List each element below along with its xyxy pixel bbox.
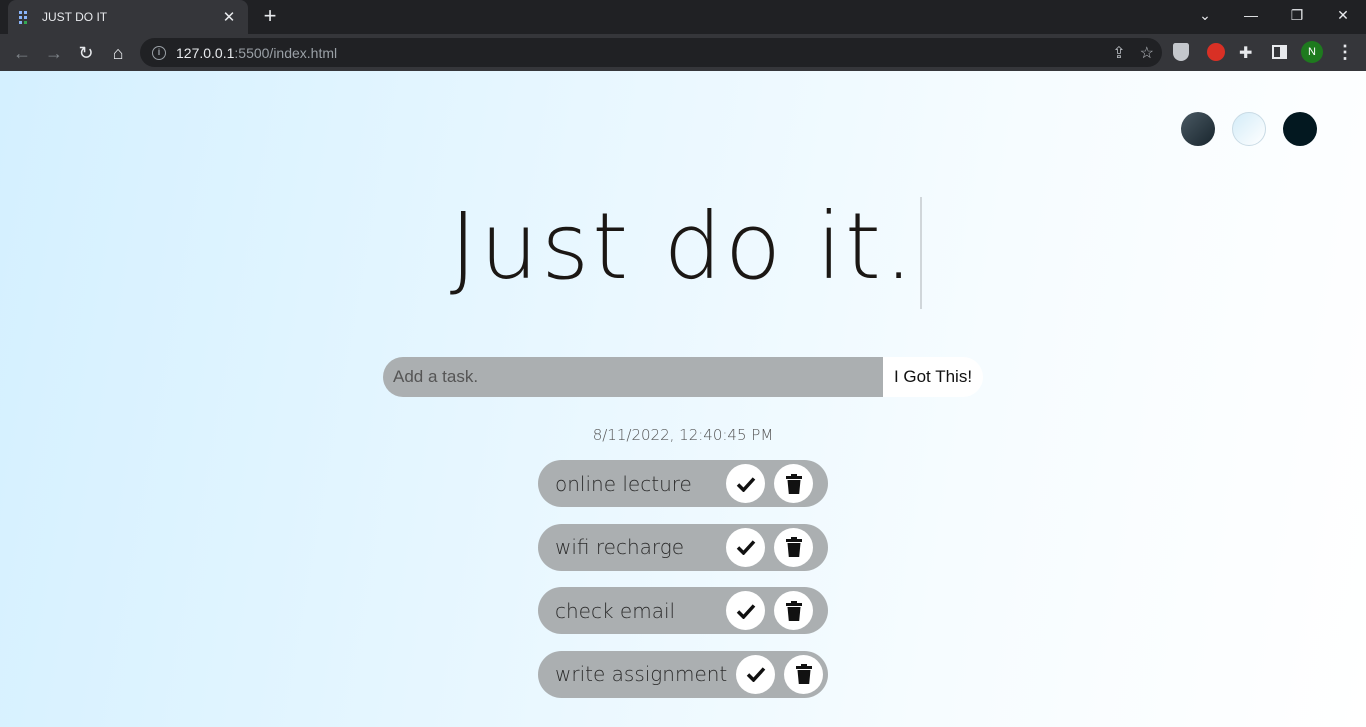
site-info-icon[interactable]: i <box>152 45 166 60</box>
favicon-icon <box>18 9 34 25</box>
check-button[interactable] <box>736 654 776 694</box>
todo-form: I Got This! <box>383 357 983 397</box>
minimize-button[interactable]: — <box>1237 4 1265 26</box>
title-cursor <box>920 197 922 309</box>
close-tab-icon[interactable]: ✕ <box>220 8 238 26</box>
browser-tab[interactable]: JUST DO IT ✕ <box>8 0 248 34</box>
reload-icon[interactable]: ↻ <box>73 40 99 66</box>
delete-button[interactable] <box>784 654 824 694</box>
standard-theme-button[interactable] <box>1181 112 1215 146</box>
tab-bar: JUST DO IT ✕ + ⌄ — ❐ ✕ <box>0 0 1366 34</box>
todo-text: write assignment <box>555 662 728 686</box>
todo-item: check email <box>538 587 828 634</box>
close-window-button[interactable]: ✕ <box>1329 4 1357 26</box>
light-theme-button[interactable] <box>1232 112 1266 146</box>
todo-item: write assignment <box>538 650 828 698</box>
add-task-button[interactable]: I Got This! <box>883 357 983 397</box>
check-button[interactable] <box>726 464 765 503</box>
trash-icon <box>785 537 802 557</box>
task-input[interactable] <box>383 357 883 397</box>
tab-search-icon[interactable]: ⌄ <box>1191 4 1219 26</box>
datetime-display: 8/11/2022, 12:40:45 PM <box>592 426 774 444</box>
home-icon[interactable]: ⌂ <box>105 40 131 66</box>
todo-text: wifi recharge <box>555 535 685 559</box>
profile-avatar[interactable]: N <box>1301 41 1323 63</box>
todo-list: online lecture wifi recharge check email <box>538 460 828 714</box>
restore-button[interactable]: ❐ <box>1283 4 1311 26</box>
check-icon <box>736 476 755 492</box>
theme-selector <box>1181 112 1317 146</box>
todo-text: online lecture <box>555 471 692 496</box>
check-icon <box>736 540 755 555</box>
tab-title: JUST DO IT <box>42 10 108 24</box>
browser-toolbar: ← → ↻ ⌂ i 127.0.0.1 :5500/index.html ⇪ ☆… <box>0 34 1366 71</box>
url-path: :5500/index.html <box>234 44 338 61</box>
shield-extension-icon[interactable] <box>1173 43 1189 61</box>
trash-icon <box>795 664 812 684</box>
url-host: 127.0.0.1 <box>176 44 235 61</box>
todo-item: wifi recharge <box>538 523 828 571</box>
side-panel-icon[interactable] <box>1272 45 1287 59</box>
new-tab-button[interactable]: + <box>258 5 282 29</box>
delete-button[interactable] <box>774 591 813 630</box>
stop-extension-icon[interactable] <box>1207 43 1225 61</box>
browser-menu-icon[interactable]: ⋮ <box>1336 42 1354 62</box>
check-icon <box>736 603 755 619</box>
trash-icon <box>785 600 802 621</box>
delete-button[interactable] <box>774 464 813 503</box>
delete-button[interactable] <box>774 527 813 567</box>
address-bar[interactable]: i 127.0.0.1 :5500/index.html ⇪ ☆ <box>140 38 1162 67</box>
share-icon[interactable]: ⇪ <box>1112 43 1125 63</box>
page-viewport: Just do it. I Got This! 8/11/2022, 12:40… <box>0 71 1366 727</box>
check-button[interactable] <box>726 527 765 567</box>
trash-icon <box>785 473 802 494</box>
bookmark-star-icon[interactable]: ☆ <box>1140 43 1154 63</box>
todo-item: online lecture <box>538 460 828 507</box>
page-title: Just do it. <box>449 193 917 300</box>
check-icon <box>746 667 766 682</box>
extensions-puzzle-icon[interactable]: ✚ <box>1239 43 1259 63</box>
todo-text: check email <box>555 598 676 623</box>
darker-theme-button[interactable] <box>1283 112 1317 146</box>
forward-icon[interactable]: → <box>41 40 67 66</box>
check-button[interactable] <box>726 591 765 630</box>
back-icon[interactable]: ← <box>9 40 35 66</box>
